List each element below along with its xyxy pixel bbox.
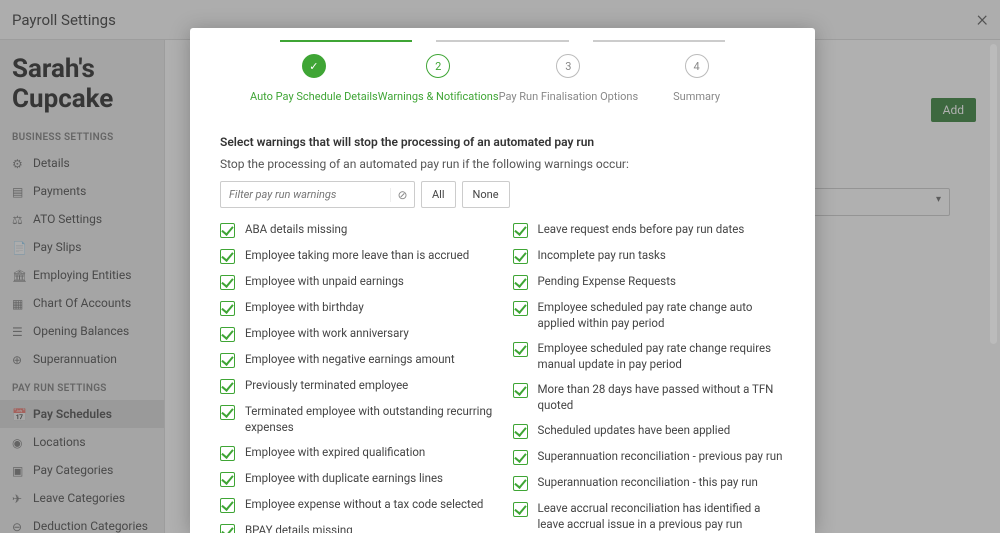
filter-input[interactable] — [221, 182, 390, 207]
warning-checkbox[interactable] — [220, 301, 235, 316]
warning-item: Employee expense without a tax code sele… — [220, 497, 493, 513]
warning-label: Incomplete pay run tasks — [538, 248, 666, 264]
warning-checkbox[interactable] — [513, 476, 528, 491]
step-label: Auto Pay Schedule Details — [250, 90, 378, 103]
warning-label: Superannuation reconciliation - this pay… — [538, 475, 758, 491]
select-all-button[interactable]: All — [421, 181, 456, 208]
warning-checkbox[interactable] — [220, 249, 235, 264]
warning-label: Employee with work anniversary — [245, 326, 409, 342]
warning-checkbox[interactable] — [220, 498, 235, 513]
warning-item: Scheduled updates have been applied — [513, 423, 786, 439]
section-heading: Select warnings that will stop the proce… — [220, 135, 785, 149]
warning-label: Employee taking more leave than is accru… — [245, 248, 469, 264]
warning-checkbox[interactable] — [513, 249, 528, 264]
wizard-step[interactable]: ✓ Auto Pay Schedule Details — [250, 54, 378, 103]
warning-label: Employee with duplicate earnings lines — [245, 471, 443, 487]
step-circle: 3 — [556, 54, 580, 78]
warning-checkbox[interactable] — [513, 342, 528, 357]
clear-filter-icon[interactable]: ⊘ — [390, 188, 414, 202]
warning-label: Previously terminated employee — [245, 378, 408, 394]
warning-label: Leave accrual reconciliation has identif… — [538, 501, 786, 532]
warning-label: Employee with unpaid earnings — [245, 274, 404, 290]
warning-checkbox[interactable] — [220, 405, 235, 420]
warning-label: Leave request ends before pay run dates — [538, 222, 745, 238]
warning-checkbox[interactable] — [513, 223, 528, 238]
warning-checkbox[interactable] — [220, 379, 235, 394]
warning-checkbox[interactable] — [220, 472, 235, 487]
warning-item: Terminated employee with outstanding rec… — [220, 404, 493, 435]
warning-item: Employee with expired qualification — [220, 445, 493, 461]
step-label: Pay Run Finalisation Options — [499, 90, 639, 103]
wizard-modal: ✓ Auto Pay Schedule Details 2 Warnings & No… — [190, 28, 815, 533]
warning-label: Employee scheduled pay rate change auto … — [538, 300, 786, 331]
step-connector — [280, 40, 412, 42]
section-subtext: Stop the processing of an automated pay … — [220, 157, 785, 171]
step-circle: ✓ — [302, 54, 326, 78]
warning-checkbox[interactable] — [220, 446, 235, 461]
warning-item: Employee with unpaid earnings — [220, 274, 493, 290]
warning-item: More than 28 days have passed without a … — [513, 382, 786, 413]
warning-checkbox[interactable] — [220, 223, 235, 238]
warning-label: Employee with birthday — [245, 300, 364, 316]
warning-item: Leave accrual reconciliation has identif… — [513, 501, 786, 532]
warning-item: Employee with birthday — [220, 300, 493, 316]
warning-label: Employee scheduled pay rate change requi… — [538, 341, 786, 372]
step-connector — [436, 40, 568, 42]
warning-item: Superannuation reconciliation - this pay… — [513, 475, 786, 491]
warning-item: Employee scheduled pay rate change auto … — [513, 300, 786, 331]
warning-label: Superannuation reconciliation - previous… — [538, 449, 783, 465]
warning-label: Employee expense without a tax code sele… — [245, 497, 483, 513]
warning-checkbox[interactable] — [513, 301, 528, 316]
warning-checkbox[interactable] — [513, 424, 528, 439]
step-connector — [593, 40, 725, 42]
warning-checkbox[interactable] — [513, 450, 528, 465]
warning-checkbox[interactable] — [220, 327, 235, 342]
step-circle: 2 — [426, 54, 450, 78]
warning-label: Employee with expired qualification — [245, 445, 425, 461]
warning-checkbox[interactable] — [513, 383, 528, 398]
warning-label: BPAY details missing — [245, 523, 353, 533]
wizard-step[interactable]: 4 Summary — [638, 54, 755, 103]
select-none-button[interactable]: None — [462, 181, 510, 208]
filter-input-wrapper: ⊘ — [220, 181, 415, 208]
stepper: ✓ Auto Pay Schedule Details 2 Warnings & No… — [190, 28, 815, 113]
warning-checkbox[interactable] — [220, 275, 235, 290]
warning-item: Employee with duplicate earnings lines — [220, 471, 493, 487]
warning-label: More than 28 days have passed without a … — [538, 382, 786, 413]
warning-item: Employee with negative earnings amount — [220, 352, 493, 368]
warning-item: Employee with work anniversary — [220, 326, 493, 342]
scrollbar[interactable] — [990, 44, 997, 344]
warning-checkbox[interactable] — [220, 353, 235, 368]
warning-item: Employee taking more leave than is accru… — [220, 248, 493, 264]
warning-item: Incomplete pay run tasks — [513, 248, 786, 264]
warning-item: Superannuation reconciliation - previous… — [513, 449, 786, 465]
warning-item: Previously terminated employee — [220, 378, 493, 394]
wizard-step[interactable]: 3 Pay Run Finalisation Options — [499, 54, 639, 103]
warning-checkbox[interactable] — [513, 502, 528, 517]
step-label: Warnings & Notifications — [378, 90, 499, 103]
warning-label: Scheduled updates have been applied — [538, 423, 731, 439]
warning-item: ABA details missing — [220, 222, 493, 238]
warning-checkbox[interactable] — [513, 275, 528, 290]
warning-item: Employee scheduled pay rate change requi… — [513, 341, 786, 372]
warning-label: ABA details missing — [245, 222, 347, 238]
warning-item: BPAY details missing — [220, 523, 493, 533]
warning-item: Leave request ends before pay run dates — [513, 222, 786, 238]
warning-label: Employee with negative earnings amount — [245, 352, 455, 368]
warning-checkbox[interactable] — [220, 524, 235, 533]
wizard-step[interactable]: 2 Warnings & Notifications — [378, 54, 499, 103]
step-label: Summary — [673, 90, 720, 103]
warning-label: Terminated employee with outstanding rec… — [245, 404, 493, 435]
warning-item: Pending Expense Requests — [513, 274, 786, 290]
warning-label: Pending Expense Requests — [538, 274, 676, 290]
step-circle: 4 — [685, 54, 709, 78]
